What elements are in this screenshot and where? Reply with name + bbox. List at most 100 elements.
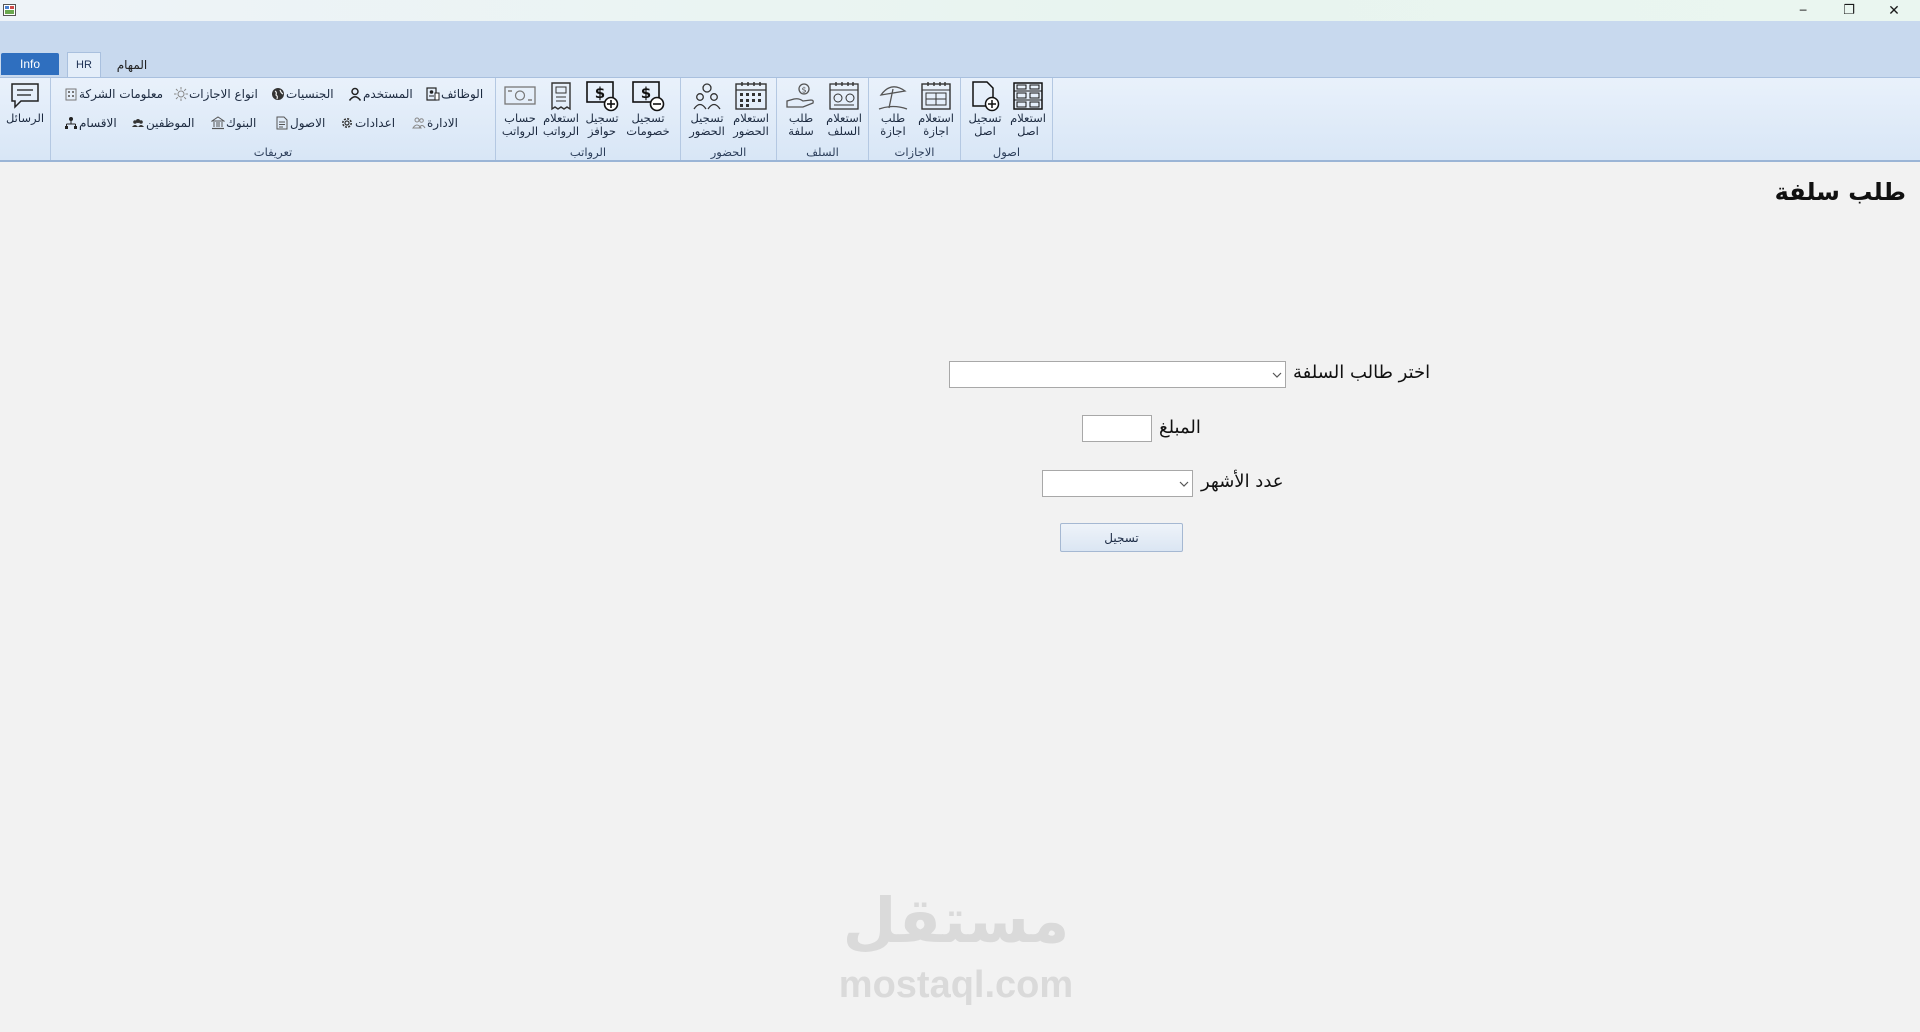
ribbon-group-definitions: معلومات الشركة انواع الاجازات الجنسيات ا… [51,78,496,160]
ribbon-group-leaves: طلب اجازة استعلام اجازة الاجازات [869,78,961,160]
register-deductions-button[interactable]: $ تسجيل خصومات [626,80,670,142]
user-button[interactable]: المستخدم [343,84,413,104]
months-select[interactable] [1042,470,1193,497]
register-incentives-label: تسجيل حوافز [585,111,619,138]
calendar-icon [735,82,767,110]
nationalities-label: الجنسيات [286,87,334,101]
request-leave-button[interactable]: طلب اجازة [873,80,913,142]
register-incentives-button[interactable]: $ تسجيل حوافز [582,80,622,142]
amount-input[interactable] [1082,415,1152,442]
jobs-button[interactable]: الوظائف [421,84,483,104]
query-asset-label: استعلام اصل [1010,111,1046,138]
ribbon-group-salaries: حساب الرواتب استعلام الرواتب $ تسجيل حوا… [496,78,681,160]
register-attendance-label: تسجيل الحضور [689,111,725,138]
calc-salaries-label: حساب الرواتب [501,111,539,138]
leave-types-button[interactable]: انواع الاجازات [169,84,258,104]
jobs-label: الوظائف [441,87,484,101]
months-label: عدد الأشهر [1201,471,1284,492]
minimize-button[interactable]: ─ [1781,0,1825,21]
svg-text:$: $ [801,86,806,95]
employees-label: الموظفين [146,116,195,130]
file-add-icon [972,81,1000,112]
amount-label: المبلغ [1159,417,1201,438]
query-attendance-button[interactable]: استعلام الحضور [731,80,771,142]
close-icon: ✕ [1888,2,1900,19]
ribbon-group-assets: تسجيل اصل استعلام اصل اصول [961,78,1053,160]
departments-button[interactable]: الاقسام [59,113,117,133]
money-icon [504,86,536,105]
calc-salaries-button[interactable]: حساب الرواتب [500,80,540,142]
sun-icon [173,86,189,102]
chat-icon [11,83,39,109]
messages-button[interactable]: الرسائل [5,80,45,142]
ribbon: الرسائل معلومات الشركة انواع الاجازات ال… [0,77,1920,162]
query-attendance-label: استعلام الحضور [733,111,769,138]
messages-label: الرسائل [5,111,45,125]
close-button[interactable]: ✕ [1872,0,1916,21]
user-label: المستخدم [363,87,413,101]
settings-button[interactable]: اعدادات [335,113,395,133]
svg-text:$: $ [641,84,651,102]
calendar-coins-icon [829,82,859,110]
query-leave-label: استعلام اجازة [918,111,954,138]
ribbon-group-attendance: تسجيل الحضور استعلام الحضور الحضور [681,78,777,160]
requester-select[interactable] [949,361,1286,388]
svg-text:$: $ [595,84,605,102]
watermark-arabic: مستقل [842,884,1070,957]
receipt-icon [551,82,571,111]
minimize-icon: ─ [1799,4,1807,17]
register-asset-button[interactable]: تسجيل اصل [965,80,1005,142]
restore-icon: ❐ [1843,3,1855,18]
id-card-icon [425,86,441,102]
query-salaries-button[interactable]: استعلام الرواتب [541,80,581,142]
ribbon-group-messages: الرسائل [0,78,51,160]
group-label-leaves: الاجازات [894,145,935,159]
query-asset-button[interactable]: استعلام اصل [1008,80,1048,142]
company-info-label: معلومات الشركة [79,87,164,101]
employees-button[interactable]: الموظفين [126,113,195,133]
tab-hr[interactable]: HR [67,52,101,77]
nationalities-button[interactable]: الجنسيات [266,84,334,104]
requester-label: اختر طالب السلفة [1293,362,1431,383]
query-salaries-label: استعلام الرواتب [542,111,580,138]
dollar-plus-icon: $ [586,81,619,112]
calendar-grid-icon [921,82,951,110]
group-label-salaries: الرواتب [569,145,607,159]
register-deductions-label: تسجيل خصومات [626,111,670,138]
administration-label: الادارة [427,116,458,130]
register-attendance-button[interactable]: تسجيل الحضور [687,80,727,142]
org-chart-icon [63,115,79,131]
globe-icon [270,86,286,102]
group-label-definitions: تعريفات [253,145,293,159]
building-icon [63,86,79,102]
tab-info[interactable]: Info [1,53,59,75]
banks-button[interactable]: البنوك [206,113,256,133]
register-asset-label: تسجيل اصل [968,111,1002,138]
query-advances-button[interactable]: استعلام السلف [824,80,864,142]
request-advance-label: طلب سلفة [788,111,814,138]
dollar-minus-icon: $ [632,81,665,112]
bank-icon [210,115,226,131]
group-label-assets: اصول [992,145,1021,159]
gear-icon [339,115,355,131]
assets-def-label: الاصول [290,116,326,130]
watermark-latin: mostaql.com [838,964,1074,1006]
company-info-button[interactable]: معلومات الشركة [59,84,163,104]
cabinet-icon [1013,82,1043,110]
administration-button[interactable]: الادارة [407,113,458,133]
group-label-advances: السلف [806,145,839,159]
query-advances-label: استعلام السلف [826,111,862,138]
request-advance-button[interactable]: $ طلب سلفة [781,80,821,142]
assets-def-button[interactable]: الاصول [270,113,325,133]
leave-types-label: انواع الاجازات [189,87,258,101]
tab-tasks[interactable]: المهام [108,55,156,75]
title-bar: ─ ❐ ✕ [0,0,1920,21]
submit-button[interactable]: تسجيل [1060,523,1183,552]
query-leave-button[interactable]: استعلام اجازة [916,80,956,142]
chevron-down-icon [1272,372,1282,378]
request-leave-label: طلب اجازة [880,111,906,138]
restore-button[interactable]: ❐ [1827,0,1871,21]
ribbon-tab-strip [0,21,1920,77]
ribbon-group-advances: $ طلب سلفة استعلام السلف السلف [777,78,869,160]
departments-label: الاقسام [79,116,117,130]
